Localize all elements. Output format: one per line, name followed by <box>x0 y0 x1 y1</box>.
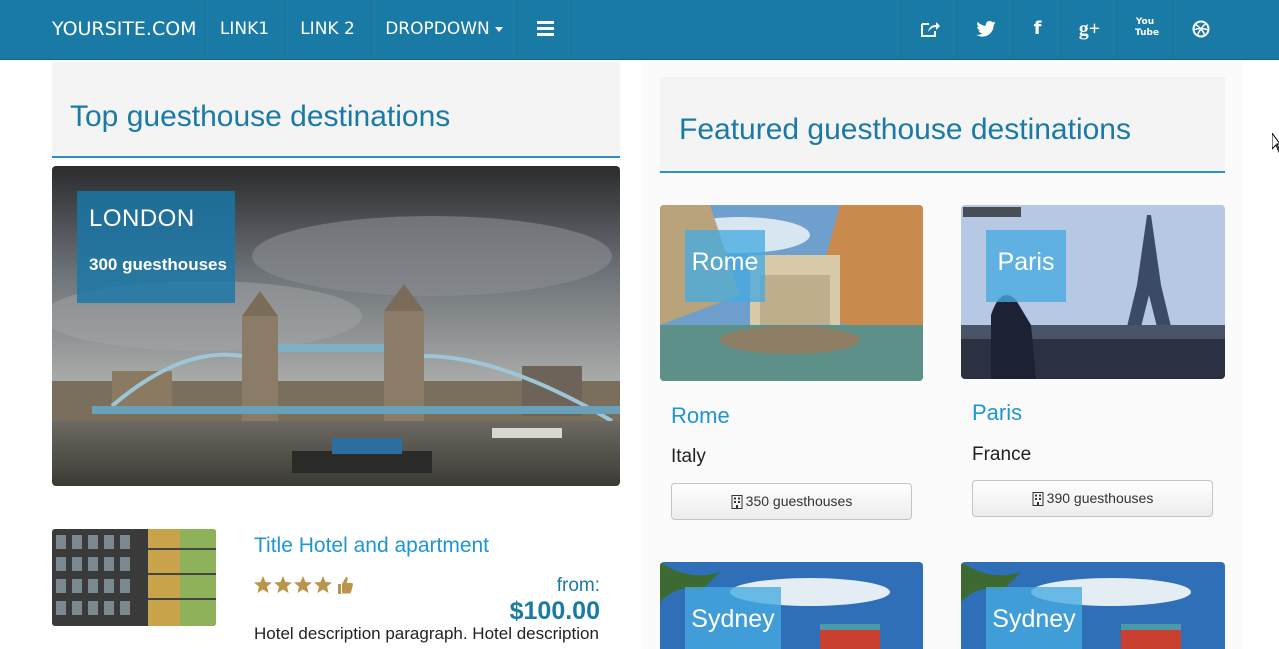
sydney-card-image-2[interactable]: Sydney <box>961 562 1225 649</box>
hero-city-name: LONDON <box>89 205 195 232</box>
price-from-label: from: <box>556 575 600 596</box>
featured-destinations-header: Featured guesthouse destinations <box>660 77 1225 173</box>
paris-country: France <box>972 444 1032 465</box>
google-plus-icon: g+ <box>1078 18 1101 40</box>
paris-guesthouses-button[interactable]: 390 guesthouses <box>972 480 1213 517</box>
london-hero-badge: LONDON 300 guesthouses <box>77 191 235 303</box>
london-hero-image[interactable]: LONDON 300 guesthouses <box>52 166 620 486</box>
top-navbar: YOURSITE.COM LINK1 LINK 2 DROPDOWN f g+ … <box>0 0 1279 60</box>
menu-toggle-button[interactable] <box>517 0 572 58</box>
rome-guesthouses-label: 350 guesthouses <box>745 493 853 509</box>
hamburger-icon <box>537 21 554 24</box>
sydney-badge-2: Sydney <box>986 587 1082 649</box>
site-brand[interactable]: YOURSITE.COM <box>52 0 197 58</box>
hotel-building-photo <box>52 529 216 626</box>
top-destinations-header: Top guesthouse destinations <box>52 62 620 158</box>
sydney-badge: Sydney <box>685 587 781 649</box>
paris-card-image[interactable]: Paris <box>961 205 1225 379</box>
hotel-title-link[interactable]: Title Hotel and apartment <box>254 534 489 558</box>
hotel-price: from: $100.00 <box>465 575 600 626</box>
share-button[interactable] <box>901 0 957 58</box>
hotel-rating <box>254 574 358 602</box>
twitter-button[interactable] <box>957 0 1013 58</box>
rating-stars-icon <box>254 576 353 594</box>
facebook-icon: f <box>1033 18 1042 39</box>
dribbble-icon <box>1192 20 1209 38</box>
sydney-card-image[interactable]: Sydney <box>660 562 923 649</box>
twitter-icon <box>975 21 996 37</box>
caret-down-icon <box>494 26 503 32</box>
building-icon <box>1032 492 1044 507</box>
price-value: $100.00 <box>509 597 600 625</box>
paris-guesthouses-label: 390 guesthouses <box>1046 490 1154 506</box>
paris-title-link[interactable]: Paris <box>972 400 1022 426</box>
youtube-button[interactable]: You Tube <box>1117 0 1172 58</box>
rome-title-link[interactable]: Rome <box>671 403 730 429</box>
nav-link-2[interactable]: LINK 2 <box>284 0 370 58</box>
hotel-description: Hotel description paragraph. Hotel descr… <box>254 624 599 643</box>
mouse-cursor-icon <box>1272 133 1279 153</box>
hotel-thumbnail[interactable] <box>52 529 216 626</box>
building-icon <box>731 495 743 510</box>
rome-guesthouses-button[interactable]: 350 guesthouses <box>671 483 912 520</box>
nav-link-1[interactable]: LINK1 <box>204 0 284 58</box>
top-destinations-title: Top guesthouse destinations <box>70 100 451 133</box>
paris-badge: Paris <box>986 230 1066 302</box>
nav-dropdown[interactable]: DROPDOWN <box>370 0 517 58</box>
hero-guesthouse-count: 300 guesthouses <box>89 255 227 274</box>
youtube-icon: You Tube <box>1135 17 1160 38</box>
share-icon <box>920 22 940 37</box>
rome-country: Italy <box>671 446 706 467</box>
facebook-button[interactable]: f <box>1013 0 1061 58</box>
featured-destinations-title: Featured guesthouse destinations <box>679 113 1131 146</box>
rome-badge: Rome <box>685 230 765 302</box>
google-plus-button[interactable]: g+ <box>1061 0 1117 58</box>
dribbble-button[interactable] <box>1172 0 1228 58</box>
rome-card-image[interactable]: Rome <box>660 205 923 381</box>
